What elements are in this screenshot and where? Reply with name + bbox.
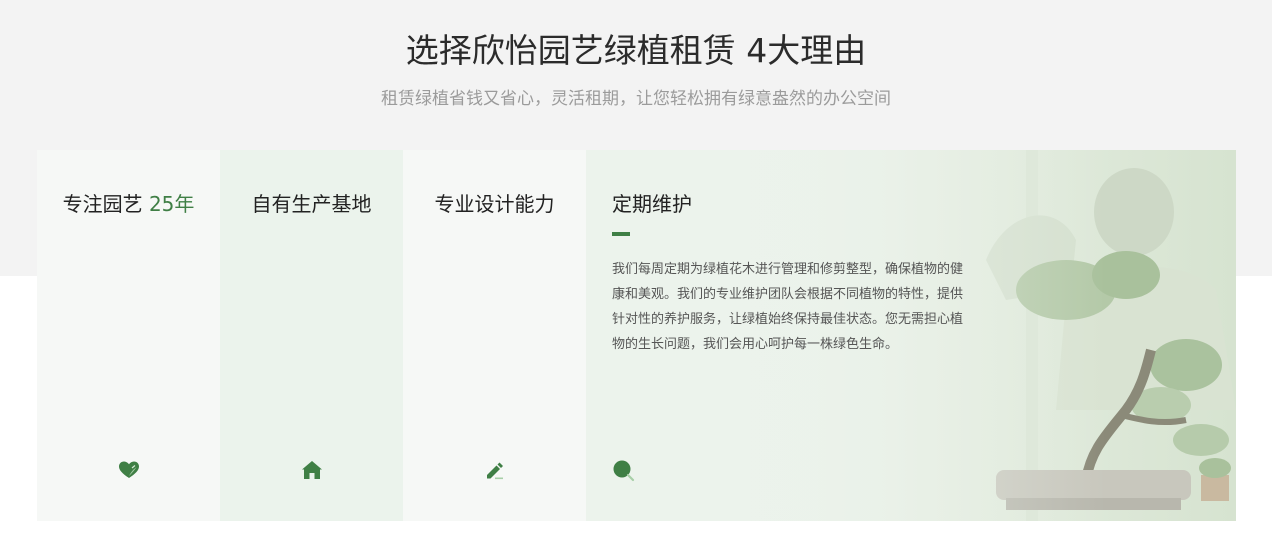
pencil-icon bbox=[486, 462, 503, 480]
years-number: 25年 bbox=[148, 192, 195, 216]
reason-card-design[interactable]: 专业设计能力 bbox=[403, 150, 586, 521]
section-title: 选择欣怡园艺绿植租赁 4大理由 bbox=[405, 31, 867, 70]
reason-title-text: 专注园艺 bbox=[62, 192, 149, 216]
heart-leaf-icon bbox=[118, 461, 139, 478]
search-icon bbox=[613, 460, 635, 482]
reason-card-maintenance[interactable]: 定期维护 我们每周定期为绿植花木进行管理和修剪整型，确保植物的健康和美观。我们的… bbox=[586, 150, 1236, 521]
title-underline bbox=[612, 232, 630, 236]
reason-card-experience[interactable]: 专注园艺 25年 bbox=[37, 150, 220, 521]
reason-cards: 专注园艺 25年 自有生产基地 专业设计能力 定期维护 我们每周定期为绿植花木进… bbox=[37, 150, 1236, 521]
reason-card-title: 专业设计能力 bbox=[434, 192, 555, 216]
reason-card-production-base[interactable]: 自有生产基地 bbox=[220, 150, 403, 521]
home-icon bbox=[301, 461, 322, 479]
reason-card-description: 我们每周定期为绿植花木进行管理和修剪整型，确保植物的健康和美观。我们的专业维护团… bbox=[612, 262, 964, 352]
reason-card-title: 自有生产基地 bbox=[251, 192, 372, 216]
reason-card-title: 定期维护 bbox=[612, 192, 692, 216]
reasons-section: 选择欣怡园艺绿植租赁 4大理由 租赁绿植省钱又省心，灵活租期，让您轻松拥有绿意盎… bbox=[0, 0, 1272, 539]
section-subtitle: 租赁绿植省钱又省心，灵活租期，让您轻松拥有绿意盎然的办公空间 bbox=[381, 89, 891, 109]
reason-card-title: 专注园艺 25年 bbox=[37, 190, 220, 218]
